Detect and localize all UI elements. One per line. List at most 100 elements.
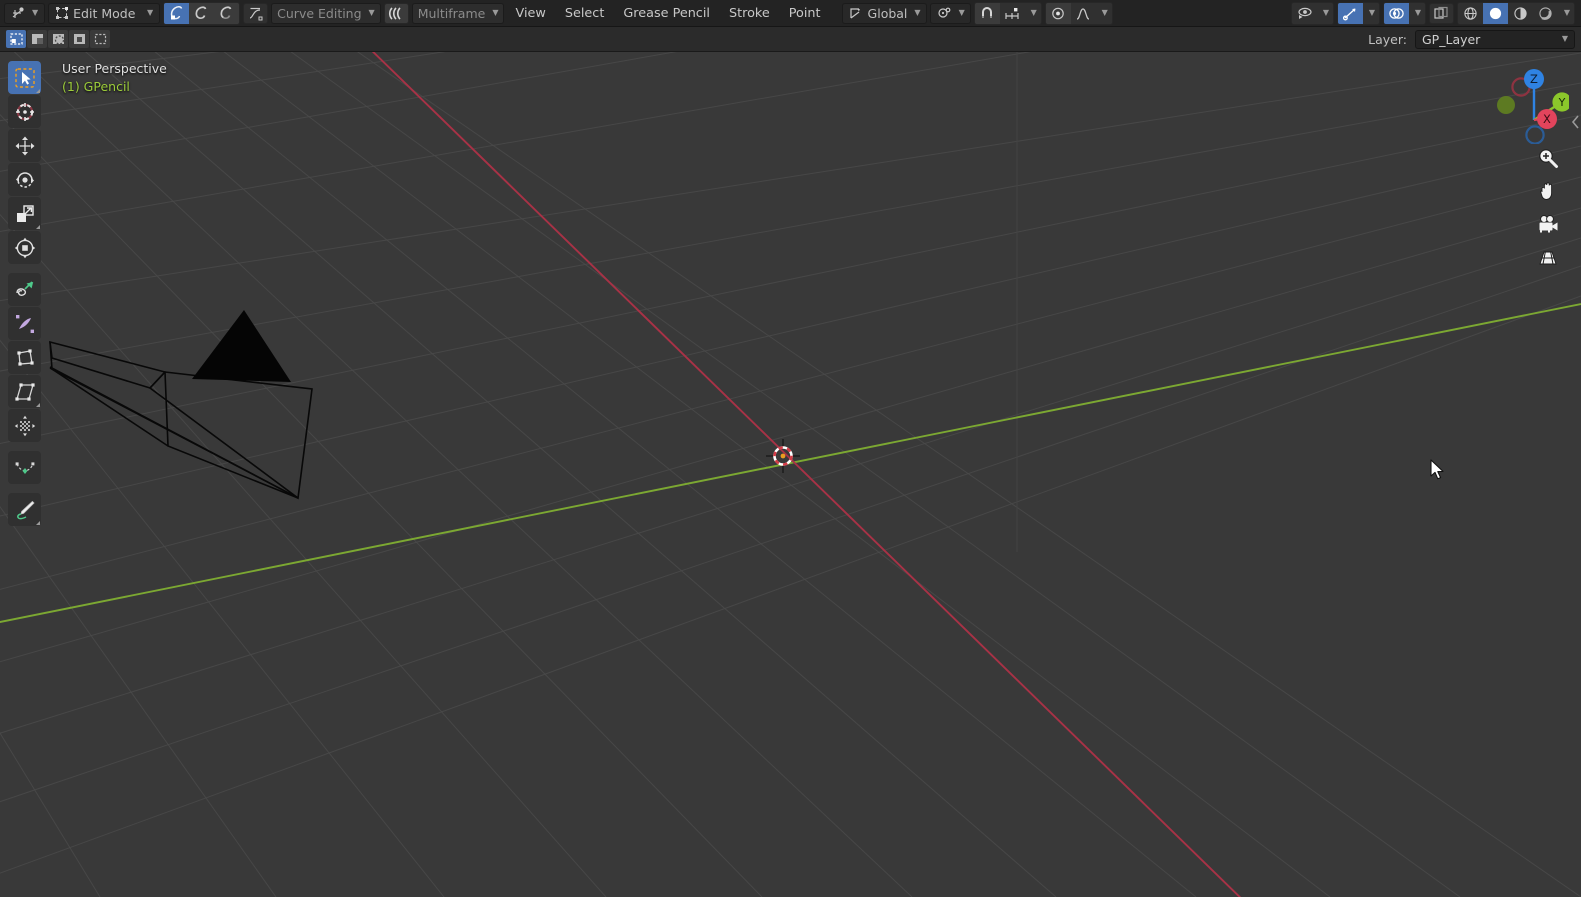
shading-material-icon[interactable] bbox=[1508, 2, 1533, 24]
tool-to-sphere[interactable] bbox=[8, 409, 41, 442]
shading-modes-group: ▼ bbox=[1457, 1, 1575, 25]
chevron-down-icon: ▼ bbox=[147, 8, 154, 17]
object-visibility-icon[interactable] bbox=[1292, 2, 1317, 24]
select-mode-buttons bbox=[6, 30, 110, 48]
stroke-select-icon[interactable] bbox=[189, 2, 215, 24]
tool-shear[interactable] bbox=[8, 375, 41, 408]
proportional-falloff-icon[interactable] bbox=[1070, 2, 1096, 24]
navigation-gizmo[interactable]: Y Z X bbox=[1485, 60, 1569, 144]
menu-grease-pencil[interactable]: Grease Pencil bbox=[615, 4, 718, 23]
layer-value: GP_Layer bbox=[1422, 31, 1481, 47]
mode-label: Edit Mode bbox=[73, 5, 136, 21]
chevron-down-icon: ▼ bbox=[492, 8, 499, 17]
object-visibility-group: ▼ bbox=[1291, 1, 1334, 25]
curve-editing-label: Curve Editing bbox=[277, 5, 362, 21]
tool-cursor[interactable] bbox=[8, 95, 41, 128]
chevron-down-icon: ▼ bbox=[914, 8, 921, 17]
3d-viewport[interactable]: User Perspective (1) GPencil Y Z X bbox=[0, 52, 1581, 897]
tool-draw[interactable] bbox=[8, 493, 41, 526]
select-extend-icon[interactable] bbox=[90, 30, 110, 48]
sidebar-toggle-arrow[interactable] bbox=[1571, 114, 1581, 130]
edit-mode-icon bbox=[55, 6, 69, 20]
tool-radius[interactable] bbox=[8, 307, 41, 340]
chevron-down-icon: ▼ bbox=[1563, 8, 1571, 17]
svg-text:X: X bbox=[1543, 112, 1551, 126]
menu-select[interactable]: Select bbox=[557, 4, 612, 23]
viewport-toolbar bbox=[8, 61, 41, 526]
gizmo-axis-neg-y bbox=[1497, 96, 1515, 114]
tool-interpolate[interactable] bbox=[8, 451, 41, 484]
zoom-icon[interactable] bbox=[1535, 145, 1561, 171]
editor-type-icon bbox=[11, 6, 26, 20]
gizmo-caret[interactable]: ▼ bbox=[1363, 2, 1379, 24]
select-circle-icon[interactable] bbox=[48, 30, 68, 48]
pivot-point-dropdown[interactable]: ▼ bbox=[929, 2, 971, 24]
toggle-orthographic-icon[interactable] bbox=[1535, 244, 1561, 270]
toolbar-separator bbox=[8, 443, 41, 450]
layer-control: Layer: GP_Layer ▼ bbox=[1368, 29, 1575, 49]
chevron-down-icon: ▼ bbox=[1414, 8, 1422, 17]
select-tweak-icon[interactable] bbox=[6, 30, 26, 48]
pan-hand-icon[interactable] bbox=[1535, 178, 1561, 204]
menu-stroke[interactable]: Stroke bbox=[721, 4, 778, 23]
multiframe-label: Multiframe bbox=[417, 5, 486, 21]
editor-type-button[interactable]: ▼ bbox=[4, 2, 46, 24]
tool-extrude[interactable] bbox=[8, 273, 41, 306]
pivot-point-icon bbox=[936, 6, 952, 20]
chevron-down-icon: ▼ bbox=[368, 8, 375, 17]
tool-corner-indicator bbox=[36, 89, 40, 93]
toolbar-separator bbox=[8, 265, 41, 272]
tool-move[interactable] bbox=[8, 129, 41, 162]
proportional-edit-icon[interactable] bbox=[1045, 2, 1071, 24]
curve-editing-dropdown[interactable]: Curve Editing ▼ bbox=[271, 2, 381, 24]
visibility-caret[interactable]: ▼ bbox=[1317, 2, 1333, 24]
viewport-header: ▼ Edit Mode ▼ Curve Editing ▼ Multiframe… bbox=[0, 0, 1581, 27]
select-lasso-icon[interactable] bbox=[69, 30, 89, 48]
tool-corner-indicator bbox=[36, 225, 40, 229]
menu-point[interactable]: Point bbox=[781, 4, 829, 23]
viewport-nav-buttons bbox=[1535, 145, 1561, 270]
multiframe-icon[interactable] bbox=[383, 2, 409, 24]
tool-scale[interactable] bbox=[8, 197, 41, 230]
svg-text:Y: Y bbox=[1558, 96, 1566, 109]
layer-dropdown[interactable]: GP_Layer ▼ bbox=[1415, 29, 1575, 49]
tool-bend[interactable] bbox=[8, 341, 41, 374]
gizmo-toggle-icon[interactable] bbox=[1338, 2, 1363, 24]
layer-label: Layer: bbox=[1368, 31, 1407, 47]
shading-rendered-icon[interactable] bbox=[1533, 2, 1558, 24]
gizmo-axis-neg-z bbox=[1525, 125, 1545, 144]
overlays-group: ▼ bbox=[1383, 1, 1426, 25]
tool-transform[interactable] bbox=[8, 231, 41, 264]
overlays-toggle-icon[interactable] bbox=[1384, 2, 1409, 24]
snap-magnet-icon[interactable] bbox=[974, 2, 1000, 24]
segment-select-icon[interactable] bbox=[214, 2, 240, 24]
falloff-options-caret[interactable]: ▼ bbox=[1095, 2, 1112, 24]
overlays-caret[interactable]: ▼ bbox=[1409, 2, 1425, 24]
transform-orientation-label: Global bbox=[867, 5, 908, 21]
tool-corner-indicator bbox=[36, 521, 40, 525]
shading-caret[interactable]: ▼ bbox=[1558, 2, 1574, 24]
proportional-edit-group: ▼ bbox=[1044, 1, 1113, 25]
multiframe-dropdown[interactable]: Multiframe ▼ bbox=[411, 2, 505, 24]
x-axis-line bbox=[371, 52, 1242, 897]
menu-view[interactable]: View bbox=[507, 4, 553, 23]
curve-edit-toggle-icon[interactable] bbox=[243, 2, 269, 24]
camera-view-icon[interactable] bbox=[1535, 211, 1561, 237]
tool-tweak[interactable] bbox=[8, 61, 41, 94]
snapping-group: ▼ bbox=[973, 1, 1042, 25]
gizmo-group: ▼ bbox=[1337, 1, 1380, 25]
shading-solid-icon[interactable] bbox=[1483, 2, 1508, 24]
shading-wireframe-icon[interactable] bbox=[1458, 2, 1483, 24]
chevron-down-icon: ▼ bbox=[1322, 8, 1330, 17]
xray-toggle-icon[interactable] bbox=[1429, 2, 1454, 24]
mode-selector[interactable]: Edit Mode ▼ bbox=[48, 2, 161, 24]
tool-rotate[interactable] bbox=[8, 163, 41, 196]
transform-orientation-dropdown[interactable]: Global ▼ bbox=[841, 2, 927, 24]
point-select-icon[interactable] bbox=[164, 2, 190, 24]
toolbar-separator bbox=[8, 485, 41, 492]
snap-target-icon[interactable] bbox=[999, 2, 1025, 24]
snap-options-caret[interactable]: ▼ bbox=[1024, 2, 1041, 24]
select-box-icon[interactable] bbox=[27, 30, 47, 48]
transform-orientation-icon bbox=[848, 6, 863, 20]
chevron-down-icon: ▼ bbox=[958, 8, 965, 17]
